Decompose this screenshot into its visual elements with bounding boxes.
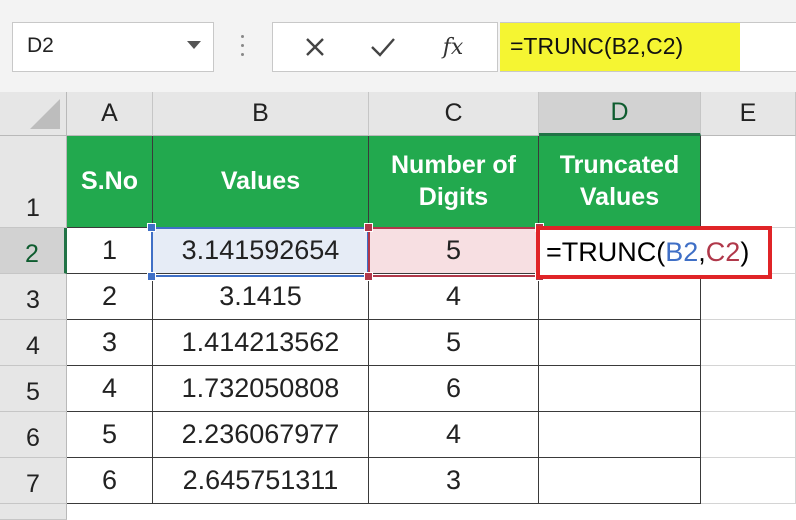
cell-c3[interactable]: 4 — [369, 274, 539, 320]
row-header-1[interactable]: 1 — [0, 136, 67, 228]
select-all-button[interactable] — [0, 92, 67, 136]
b2-resize-handle[interactable] — [147, 272, 156, 281]
cell-a6[interactable]: 5 — [67, 412, 153, 458]
cell-b3[interactable]: 3.1415 — [153, 274, 369, 320]
column-header-d[interactable]: D — [539, 92, 701, 136]
cell-a2[interactable]: 1 — [67, 228, 153, 274]
header-cell-number-of-digits[interactable]: Number of Digits — [369, 136, 539, 228]
cell-b6[interactable]: 2.236067977 — [153, 412, 369, 458]
formula-bar-area: D2 fx =TRUNC(B2,C2) — [0, 0, 796, 92]
spreadsheet-grid: A B C D E 1 2 3 4 5 6 7 S.No Values Numb… — [0, 92, 796, 520]
formula-separator: , — [698, 237, 706, 267]
insert-function-icon[interactable]: fx — [423, 23, 483, 71]
formula-text: =TRUNC(B2,C2) — [510, 33, 684, 59]
cell-d7[interactable] — [539, 458, 701, 504]
cell-e5[interactable] — [701, 366, 796, 412]
cell-e6[interactable] — [701, 412, 796, 458]
row-header-2[interactable]: 2 — [0, 228, 67, 274]
c2-reference-frame — [364, 223, 544, 281]
cell-d3[interactable] — [539, 274, 701, 320]
row-header-5[interactable]: 5 — [0, 366, 67, 412]
header-cell-sno[interactable]: S.No — [67, 136, 153, 228]
cell-c6[interactable]: 4 — [369, 412, 539, 458]
header-cell-truncated-values[interactable]: Truncated Values — [539, 136, 701, 228]
formula-prefix: =TRUNC( — [546, 237, 666, 267]
cell-e1[interactable] — [701, 136, 796, 228]
cell-a5[interactable]: 4 — [67, 366, 153, 412]
check-icon[interactable] — [353, 23, 413, 71]
column-header-b[interactable]: B — [153, 92, 369, 136]
cell-e4[interactable] — [701, 320, 796, 366]
cell-b4[interactable]: 1.414213562 — [153, 320, 369, 366]
cell-b7[interactable]: 2.645751311 — [153, 458, 369, 504]
row-header-4[interactable]: 4 — [0, 320, 67, 366]
row-header-6[interactable]: 6 — [0, 412, 67, 458]
cell-d5[interactable] — [539, 366, 701, 412]
cell-a7[interactable]: 6 — [67, 458, 153, 504]
cell-d2-editor[interactable]: =TRUNC(B2, C2) — [536, 226, 772, 279]
cancel-icon[interactable] — [285, 23, 345, 71]
cell-c4[interactable]: 5 — [369, 320, 539, 366]
row-header-8[interactable] — [0, 504, 67, 520]
formula-tools: fx — [272, 22, 498, 72]
cell-d6[interactable] — [539, 412, 701, 458]
drag-grip-icon[interactable] — [241, 35, 245, 59]
row-header-3[interactable]: 3 — [0, 274, 67, 320]
header-cell-values[interactable]: Values — [153, 136, 369, 228]
cell-e7[interactable] — [701, 458, 796, 504]
row-header-7[interactable]: 7 — [0, 458, 67, 504]
column-header-c[interactable]: C — [369, 92, 539, 136]
column-header-e[interactable]: E — [701, 92, 796, 136]
cell-d4[interactable] — [539, 320, 701, 366]
cell-c5[interactable]: 6 — [369, 366, 539, 412]
cell-b5[interactable]: 1.732050808 — [153, 366, 369, 412]
c2-resize-handle[interactable] — [364, 272, 373, 281]
formula-ref-b2: B2 — [665, 237, 699, 267]
name-box-value: D2 — [27, 34, 54, 57]
formula-ref-c2: C2 — [705, 237, 741, 267]
cell-c7[interactable]: 3 — [369, 458, 539, 504]
b2-reference-frame — [147, 223, 373, 281]
formula-input[interactable]: =TRUNC(B2,C2) — [500, 22, 796, 72]
cell-e3[interactable] — [701, 274, 796, 320]
name-box[interactable]: D2 — [12, 22, 214, 72]
chevron-down-icon[interactable] — [187, 41, 201, 49]
formula-suffix: ) — [740, 237, 750, 267]
column-header-a[interactable]: A — [67, 92, 153, 136]
c2-resize-handle[interactable] — [364, 223, 373, 232]
b2-resize-handle[interactable] — [147, 223, 156, 232]
cell-a4[interactable]: 3 — [67, 320, 153, 366]
cell-a3[interactable]: 2 — [67, 274, 153, 320]
